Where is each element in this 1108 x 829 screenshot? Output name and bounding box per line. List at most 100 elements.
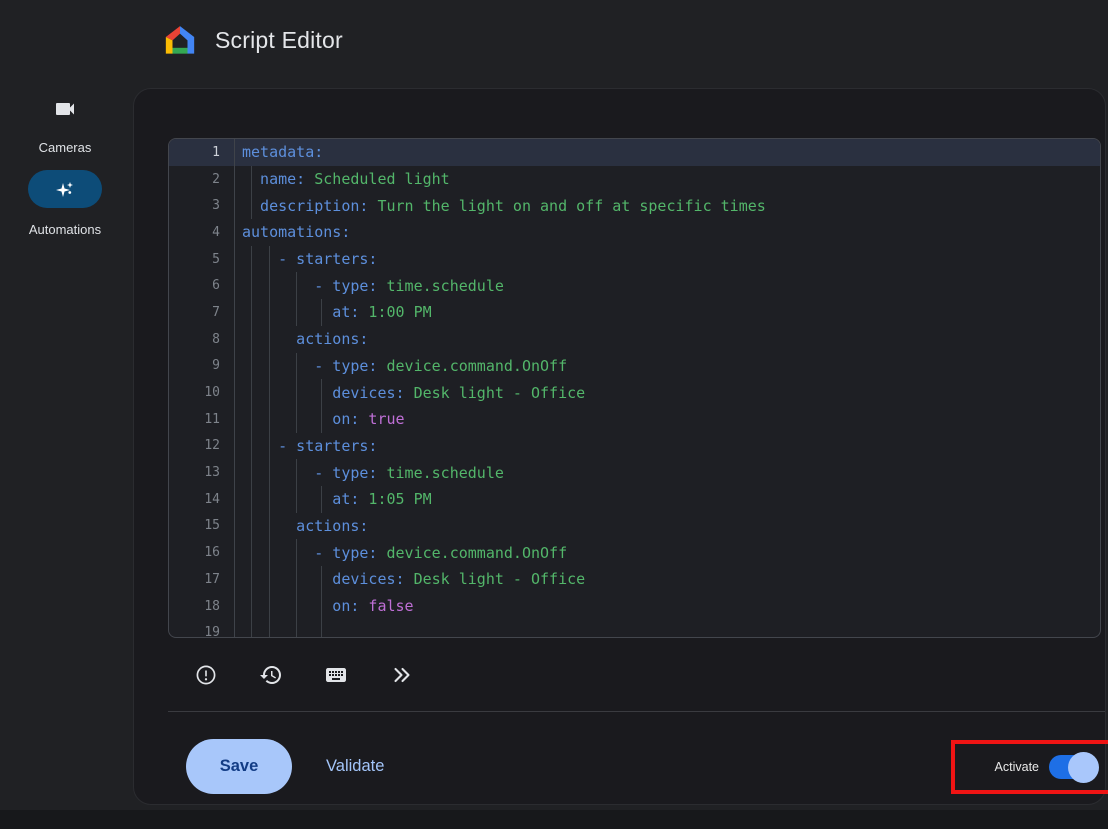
code-line[interactable]: 12 - starters: (169, 433, 1100, 460)
indent-guide (269, 406, 270, 433)
line-number: 4 (169, 225, 234, 240)
code-line[interactable]: 16 - type: device.command.OnOff (169, 539, 1100, 566)
line-number: 8 (169, 332, 234, 347)
code-line[interactable]: 3 description: Turn the light on and off… (169, 192, 1100, 219)
keyboard-icon[interactable] (316, 655, 356, 695)
line-number: 6 (169, 278, 234, 293)
indent-guide (321, 406, 322, 433)
code-line[interactable]: 17 devices: Desk light - Office (169, 566, 1100, 593)
indent-guide (321, 566, 322, 593)
indent-guide (296, 566, 297, 593)
code-line[interactable]: 4automations: (169, 219, 1100, 246)
code-text: devices: Desk light - Office (234, 570, 585, 588)
code-line[interactable]: 11 on: true (169, 406, 1100, 433)
google-home-logo (160, 22, 200, 62)
code-text: on: false (234, 597, 414, 615)
line-number: 10 (169, 385, 234, 400)
indent-guide (251, 459, 252, 486)
indent-guide (251, 593, 252, 620)
indent-guide (296, 379, 297, 406)
code-text: at: 1:05 PM (234, 490, 432, 508)
footer-divider (168, 711, 1105, 712)
indent-guide (296, 486, 297, 513)
sidebar-item-automations[interactable]: Automations (0, 170, 130, 237)
page-title: Script Editor (215, 27, 343, 54)
indent-guide (269, 246, 270, 273)
selected-pill (28, 170, 102, 208)
code-line[interactable]: 2 name: Scheduled light (169, 166, 1100, 193)
sidebar-item-cameras[interactable]: Cameras (0, 96, 130, 155)
activate-label: Activate (995, 760, 1039, 774)
code-text: devices: Desk light - Office (234, 384, 585, 402)
code-line[interactable]: 5 - starters: (169, 246, 1100, 273)
history-icon[interactable] (251, 655, 291, 695)
indent-guide (296, 619, 297, 638)
validate-button[interactable]: Validate (320, 739, 390, 794)
indent-guide (251, 379, 252, 406)
line-number: 19 (169, 625, 234, 638)
line-number: 16 (169, 545, 234, 560)
code-line[interactable]: 19 (169, 619, 1100, 638)
indent-guide (321, 299, 322, 326)
indent-guide (251, 166, 252, 193)
code-line[interactable]: 9 - type: device.command.OnOff (169, 353, 1100, 380)
code-editor[interactable]: 1metadata:2 name: Scheduled light3 descr… (168, 138, 1101, 638)
code-line[interactable]: 18 on: false (169, 593, 1100, 620)
indent-guide (269, 379, 270, 406)
code-line[interactable]: 1metadata: (169, 139, 1100, 166)
indent-guide (269, 433, 270, 460)
indent-guide (296, 299, 297, 326)
line-number: 7 (169, 305, 234, 320)
indent-guide (251, 433, 252, 460)
indent-guide (251, 272, 252, 299)
indent-guide (321, 619, 322, 638)
code-text: name: Scheduled light (234, 170, 450, 188)
code-text: on: true (234, 410, 405, 428)
line-number: 9 (169, 358, 234, 373)
bottom-strip (0, 810, 1108, 829)
sidebar-item-label: Automations (0, 222, 130, 237)
double-chevron-icon[interactable] (381, 655, 421, 695)
indent-guide (269, 513, 270, 540)
code-line[interactable]: 6 - type: time.schedule (169, 272, 1100, 299)
line-number: 17 (169, 572, 234, 587)
indent-guide (269, 353, 270, 380)
line-number: 18 (169, 599, 234, 614)
indent-guide (269, 459, 270, 486)
line-number: 2 (169, 172, 234, 187)
code-text: - starters: (234, 250, 377, 268)
code-line[interactable]: 14 at: 1:05 PM (169, 486, 1100, 513)
code-line[interactable]: 15 actions: (169, 513, 1100, 540)
code-line[interactable]: 13 - type: time.schedule (169, 459, 1100, 486)
line-number: 1 (169, 145, 234, 160)
annotation-box: Activate (951, 740, 1108, 794)
code-line[interactable]: 10 devices: Desk light - Office (169, 379, 1100, 406)
indent-guide (321, 379, 322, 406)
indent-guide (296, 353, 297, 380)
editor-toolbar (186, 638, 421, 711)
save-button[interactable]: Save (186, 739, 292, 794)
code-text: metadata: (234, 143, 323, 161)
indent-guide (296, 539, 297, 566)
indent-guide (251, 486, 252, 513)
code-text: description: Turn the light on and off a… (234, 197, 766, 215)
indent-guide (269, 566, 270, 593)
code-text: automations: (234, 223, 350, 241)
line-number: 12 (169, 438, 234, 453)
activate-toggle[interactable] (1049, 755, 1095, 779)
line-number: 5 (169, 252, 234, 267)
indent-guide (251, 353, 252, 380)
code-line[interactable]: 8 actions: (169, 326, 1100, 353)
indent-guide (251, 539, 252, 566)
indent-guide (296, 406, 297, 433)
sidebar-item-label: Cameras (0, 140, 130, 155)
script-editor-card: 1metadata:2 name: Scheduled light3 descr… (133, 88, 1106, 805)
sparkle-icon (53, 176, 77, 202)
toggle-thumb (1068, 752, 1099, 783)
indent-guide (251, 406, 252, 433)
error-icon[interactable] (186, 655, 226, 695)
camera-icon (53, 96, 77, 122)
code-line[interactable]: 7 at: 1:00 PM (169, 299, 1100, 326)
line-number: 13 (169, 465, 234, 480)
indent-guide (269, 619, 270, 638)
